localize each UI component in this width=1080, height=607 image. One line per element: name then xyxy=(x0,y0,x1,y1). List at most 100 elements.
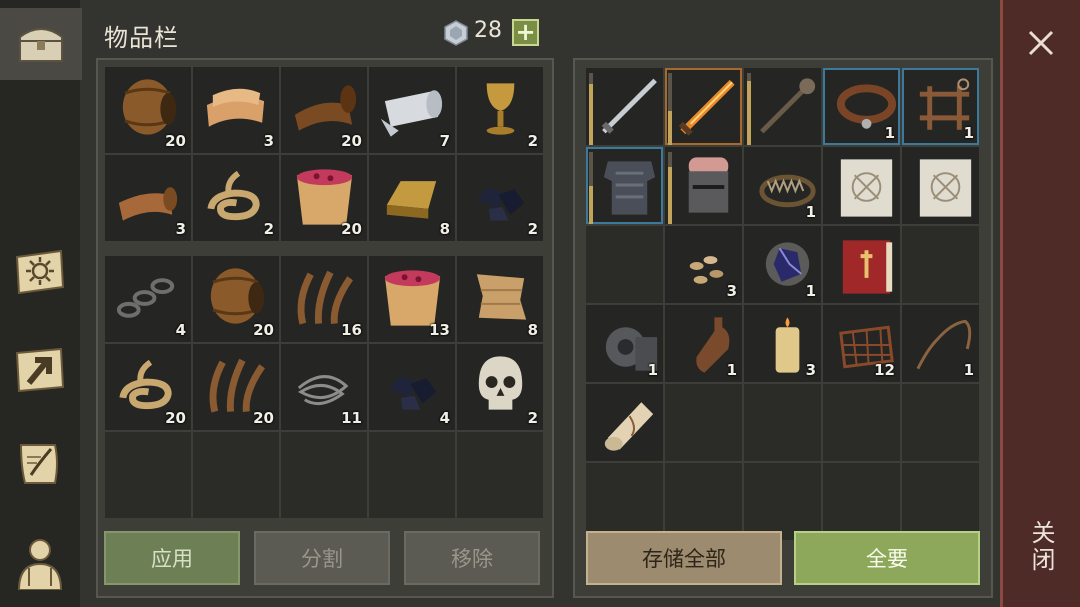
slot-helmet[interactable] xyxy=(665,147,742,224)
durability-bar xyxy=(668,73,672,145)
slot-rope[interactable]: 2 xyxy=(193,155,279,241)
item-count: 20 xyxy=(165,132,186,150)
sidebar-tab-map[interactable] xyxy=(6,236,74,308)
slot-flame-sword[interactable] xyxy=(665,68,742,145)
empty-slot[interactable] xyxy=(823,384,900,461)
empty-slot[interactable] xyxy=(823,463,900,540)
slot-whip[interactable]: 1 xyxy=(902,305,979,382)
close-label[interactable]: 关闭 xyxy=(1024,520,1059,574)
item-count: 2 xyxy=(527,220,538,238)
durability-bar xyxy=(589,73,593,145)
storage-grid: 1 1 1 3 1 1 1 3 12 1 xyxy=(586,68,979,540)
empty-slot[interactable] xyxy=(193,432,279,518)
empty-slot[interactable] xyxy=(369,432,455,518)
scroll-icon xyxy=(604,402,654,451)
slot-berry-bucket[interactable]: 13 xyxy=(369,256,455,342)
slot-rope[interactable]: 20 xyxy=(105,344,191,430)
slot-coal[interactable]: 4 xyxy=(369,344,455,430)
slot-torn-cloth[interactable]: 8 xyxy=(457,256,543,342)
sidebar-tab-craft[interactable] xyxy=(6,334,74,406)
split-button[interactable]: 分割 xyxy=(254,531,390,585)
mace-icon xyxy=(760,78,816,134)
item-count: 1 xyxy=(805,203,816,221)
empty-slot[interactable] xyxy=(744,384,821,461)
slot-mace[interactable] xyxy=(744,68,821,145)
empty-slot[interactable] xyxy=(665,463,742,540)
gem-count: 28 xyxy=(474,18,502,43)
empty-slot[interactable] xyxy=(902,463,979,540)
slot-fiber[interactable]: 20 xyxy=(193,344,279,430)
slot-blueprint[interactable] xyxy=(902,147,979,224)
slot-bottle[interactable]: 1 xyxy=(665,305,742,382)
slot-chain[interactable]: 4 xyxy=(105,256,191,342)
slot-book[interactable] xyxy=(823,226,900,303)
slot-collar[interactable]: 1 xyxy=(823,68,900,145)
slot-sword[interactable] xyxy=(586,68,663,145)
slot-hide-scroll[interactable]: 20 xyxy=(281,67,367,153)
slot-berry-bucket[interactable]: 20 xyxy=(281,155,367,241)
empty-slot[interactable] xyxy=(457,432,543,518)
item-count: 3 xyxy=(175,220,186,238)
add-gems-button[interactable]: + xyxy=(512,19,539,46)
empty-slot[interactable] xyxy=(744,463,821,540)
chest-icon xyxy=(19,28,63,62)
slot-seeds[interactable]: 3 xyxy=(665,226,742,303)
slot-barrel[interactable]: 20 xyxy=(105,67,191,153)
sidebar-tab-inventory[interactable] xyxy=(0,8,82,80)
sidebar-tab-character[interactable] xyxy=(6,520,74,606)
item-count: 1 xyxy=(726,361,737,379)
slot-leather-roll[interactable]: 3 xyxy=(193,67,279,153)
slot-net[interactable]: 12 xyxy=(823,305,900,382)
empty-slot[interactable] xyxy=(105,432,191,518)
item-count: 1 xyxy=(884,124,895,142)
gem-icon xyxy=(444,20,468,46)
slot-gear[interactable]: 1 xyxy=(586,305,663,382)
slot-coal[interactable]: 2 xyxy=(457,155,543,241)
sword-icon xyxy=(601,78,657,134)
sidebar-tab-quests[interactable] xyxy=(6,428,74,500)
empty-slot[interactable] xyxy=(281,432,367,518)
inventory-screen: 物品栏 28 + 20 3 20 7 2 3 2 20 8 2 4 20 16 13 8 20 20 11 4 2 … xyxy=(0,0,1080,607)
item-count: 20 xyxy=(165,409,186,427)
empty-slot[interactable] xyxy=(586,463,663,540)
slot-candle[interactable]: 3 xyxy=(744,305,821,382)
slot-fiber[interactable]: 16 xyxy=(281,256,367,342)
empty-slot[interactable] xyxy=(902,226,979,303)
item-count: 13 xyxy=(429,321,450,339)
close-icon[interactable] xyxy=(1020,22,1062,64)
item-count: 2 xyxy=(527,409,538,427)
slot-bear-trap[interactable]: 1 xyxy=(744,147,821,224)
arrow-map-icon xyxy=(15,347,65,393)
slot-goblet[interactable]: 2 xyxy=(457,67,543,153)
helmet-icon xyxy=(688,157,729,213)
slot-cloth-roll[interactable]: 7 xyxy=(369,67,455,153)
slot-scroll[interactable] xyxy=(586,384,663,461)
item-count: 4 xyxy=(175,321,186,339)
item-count: 7 xyxy=(439,132,450,150)
slot-barrel[interactable]: 20 xyxy=(193,256,279,342)
remove-button[interactable]: 移除 xyxy=(404,531,540,585)
slot-crystal[interactable]: 1 xyxy=(744,226,821,303)
slot-gold-ingot[interactable]: 8 xyxy=(369,155,455,241)
store-all-button[interactable]: 存储全部 xyxy=(586,531,782,585)
take-all-button[interactable]: 全要 xyxy=(794,531,980,585)
item-count: 1 xyxy=(963,124,974,142)
slot-blueprint[interactable] xyxy=(823,147,900,224)
empty-slot[interactable] xyxy=(586,226,663,303)
slot-skull[interactable]: 2 xyxy=(457,344,543,430)
empty-slot[interactable] xyxy=(902,384,979,461)
slot-armor[interactable] xyxy=(586,147,663,224)
empty-slot[interactable] xyxy=(665,384,742,461)
armor-icon xyxy=(603,161,656,215)
slot-wire[interactable]: 11 xyxy=(281,344,367,430)
book-icon xyxy=(842,240,893,294)
sidebar xyxy=(0,0,82,607)
item-count: 1 xyxy=(805,282,816,300)
item-count: 3 xyxy=(805,361,816,379)
slot-harness[interactable]: 1 xyxy=(902,68,979,145)
durability-bar xyxy=(668,152,672,224)
slot-leather-piece[interactable]: 3 xyxy=(105,155,191,241)
close-panel[interactable] xyxy=(1000,0,1080,607)
apply-button[interactable]: 应用 xyxy=(104,531,240,585)
item-count: 1 xyxy=(647,361,658,379)
